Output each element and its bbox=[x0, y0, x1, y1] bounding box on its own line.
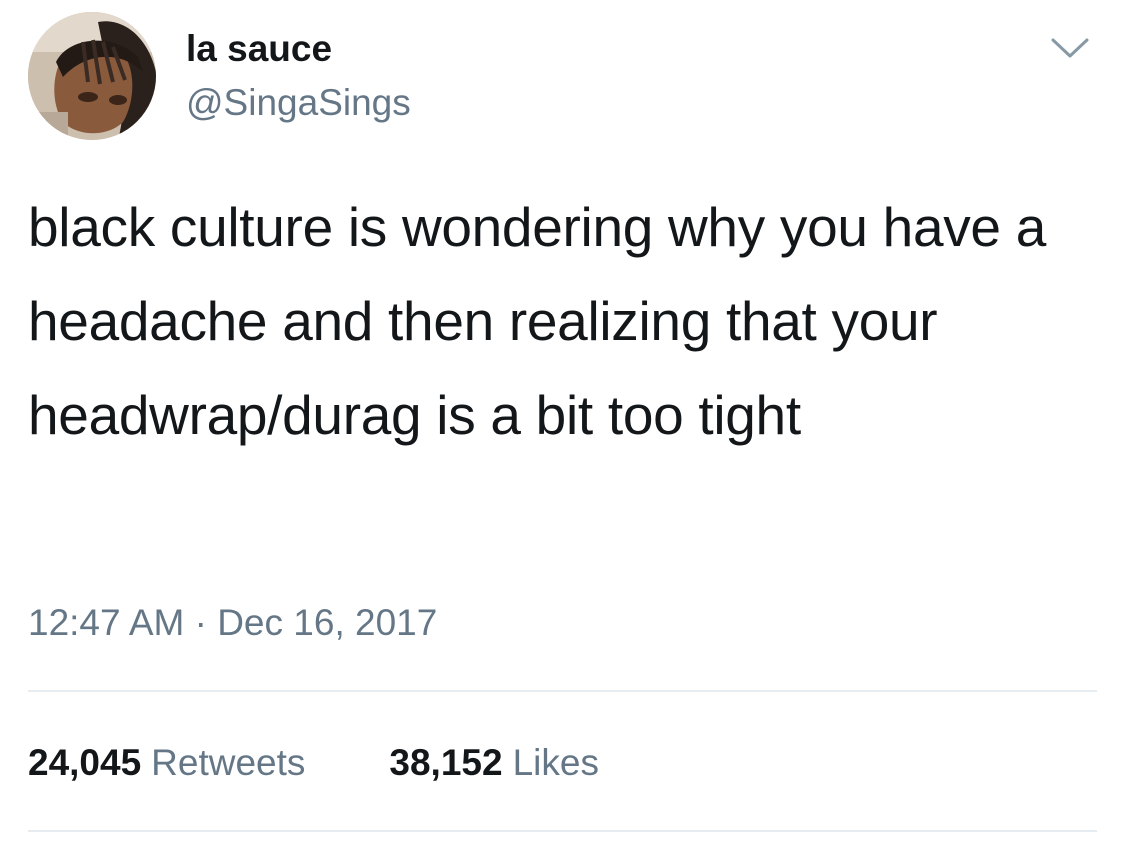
author-display-name[interactable]: la sauce bbox=[186, 27, 332, 71]
tweet-stats: 24,045 Retweets 38,152 Likes bbox=[28, 740, 599, 786]
likes-count: 38,152 bbox=[389, 742, 503, 783]
retweets-label: Retweets bbox=[151, 742, 306, 783]
author-handle[interactable]: @SingaSings bbox=[186, 81, 411, 125]
tweet-text: black culture is wondering why you have … bbox=[28, 196, 1046, 446]
chevron-down-icon[interactable] bbox=[1048, 30, 1092, 64]
divider bbox=[28, 830, 1097, 832]
likes-stat[interactable]: 38,152 Likes bbox=[389, 740, 599, 786]
likes-label: Likes bbox=[512, 742, 599, 783]
tweet-timestamp[interactable]: 12:47 AM · Dec 16, 2017 bbox=[28, 600, 437, 646]
retweets-count: 24,045 bbox=[28, 742, 142, 783]
retweets-stat[interactable]: 24,045 Retweets bbox=[28, 740, 305, 786]
profile-photo bbox=[28, 12, 156, 140]
avatar[interactable] bbox=[28, 12, 156, 140]
divider bbox=[28, 690, 1097, 692]
